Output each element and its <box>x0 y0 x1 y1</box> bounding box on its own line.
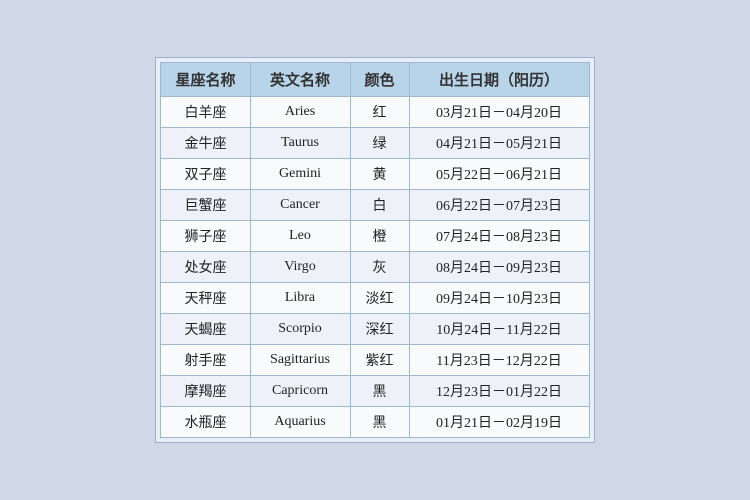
table-row: 水瓶座Aquarius黑01月21日－02月19日 <box>161 407 589 438</box>
cell-zh: 巨蟹座 <box>161 190 250 221</box>
cell-en: Sagittarius <box>250 345 350 376</box>
cell-en: Taurus <box>250 128 350 159</box>
header-en: 英文名称 <box>250 63 350 97</box>
cell-color: 深红 <box>350 314 409 345</box>
cell-color: 紫红 <box>350 345 409 376</box>
cell-date: 09月24日－10月23日 <box>409 283 589 314</box>
cell-date: 08月24日－09月23日 <box>409 252 589 283</box>
cell-en: Scorpio <box>250 314 350 345</box>
cell-color: 黑 <box>350 376 409 407</box>
cell-date: 03月21日－04月20日 <box>409 97 589 128</box>
table-row: 天秤座Libra淡红09月24日－10月23日 <box>161 283 589 314</box>
cell-en: Gemini <box>250 159 350 190</box>
table-row: 狮子座Leo橙07月24日－08月23日 <box>161 221 589 252</box>
cell-color: 黄 <box>350 159 409 190</box>
cell-color: 淡红 <box>350 283 409 314</box>
table-row: 双子座Gemini黄05月22日－06月21日 <box>161 159 589 190</box>
cell-date: 06月22日－07月23日 <box>409 190 589 221</box>
table-row: 射手座Sagittarius紫红11月23日－12月22日 <box>161 345 589 376</box>
cell-zh: 处女座 <box>161 252 250 283</box>
cell-date: 07月24日－08月23日 <box>409 221 589 252</box>
cell-zh: 射手座 <box>161 345 250 376</box>
table-row: 金牛座Taurus绿04月21日－05月21日 <box>161 128 589 159</box>
table-row: 白羊座Aries红03月21日－04月20日 <box>161 97 589 128</box>
cell-zh: 双子座 <box>161 159 250 190</box>
table-row: 摩羯座Capricorn黑12月23日－01月22日 <box>161 376 589 407</box>
table-body: 白羊座Aries红03月21日－04月20日金牛座Taurus绿04月21日－0… <box>161 97 589 438</box>
cell-date: 10月24日－11月22日 <box>409 314 589 345</box>
zodiac-table: 星座名称 英文名称 颜色 出生日期（阳历） 白羊座Aries红03月21日－04… <box>160 62 589 438</box>
cell-en: Capricorn <box>250 376 350 407</box>
cell-en: Libra <box>250 283 350 314</box>
cell-color: 橙 <box>350 221 409 252</box>
cell-zh: 摩羯座 <box>161 376 250 407</box>
table-row: 天蝎座Scorpio深红10月24日－11月22日 <box>161 314 589 345</box>
cell-zh: 狮子座 <box>161 221 250 252</box>
cell-color: 黑 <box>350 407 409 438</box>
cell-color: 绿 <box>350 128 409 159</box>
cell-en: Leo <box>250 221 350 252</box>
cell-date: 11月23日－12月22日 <box>409 345 589 376</box>
cell-en: Aquarius <box>250 407 350 438</box>
table-row: 巨蟹座Cancer白06月22日－07月23日 <box>161 190 589 221</box>
cell-zh: 天蝎座 <box>161 314 250 345</box>
zodiac-table-container: 星座名称 英文名称 颜色 出生日期（阳历） 白羊座Aries红03月21日－04… <box>155 57 594 443</box>
table-header-row: 星座名称 英文名称 颜色 出生日期（阳历） <box>161 63 589 97</box>
header-date: 出生日期（阳历） <box>409 63 589 97</box>
cell-en: Cancer <box>250 190 350 221</box>
cell-zh: 天秤座 <box>161 283 250 314</box>
cell-color: 白 <box>350 190 409 221</box>
cell-date: 05月22日－06月21日 <box>409 159 589 190</box>
cell-en: Virgo <box>250 252 350 283</box>
header-zh: 星座名称 <box>161 63 250 97</box>
cell-zh: 金牛座 <box>161 128 250 159</box>
header-color: 颜色 <box>350 63 409 97</box>
cell-date: 04月21日－05月21日 <box>409 128 589 159</box>
cell-en: Aries <box>250 97 350 128</box>
cell-color: 红 <box>350 97 409 128</box>
cell-zh: 水瓶座 <box>161 407 250 438</box>
table-row: 处女座Virgo灰08月24日－09月23日 <box>161 252 589 283</box>
cell-date: 01月21日－02月19日 <box>409 407 589 438</box>
cell-date: 12月23日－01月22日 <box>409 376 589 407</box>
cell-color: 灰 <box>350 252 409 283</box>
cell-zh: 白羊座 <box>161 97 250 128</box>
